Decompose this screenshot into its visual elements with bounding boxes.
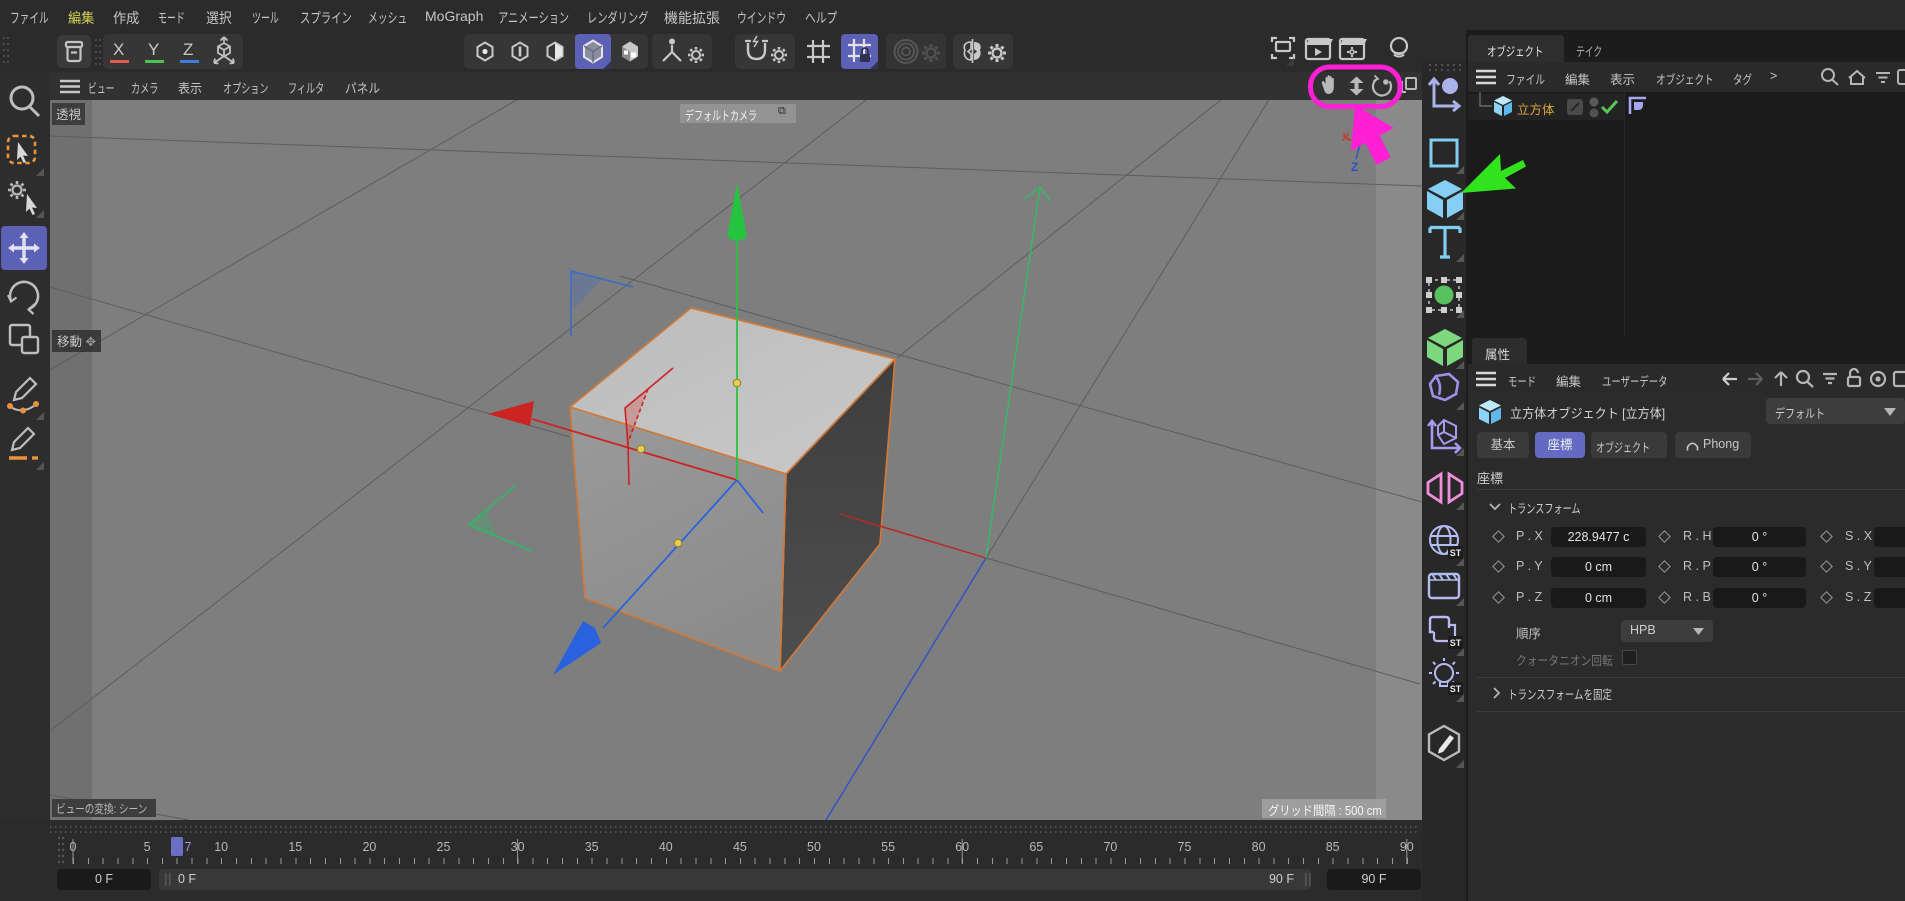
svg-text:X: X	[113, 40, 124, 59]
svg-text:20: 20	[362, 840, 376, 854]
svg-text:75: 75	[1178, 840, 1192, 854]
svg-text:5: 5	[144, 840, 151, 854]
svg-text:45: 45	[733, 840, 747, 854]
svg-text:80: 80	[1252, 840, 1266, 854]
svg-text:65: 65	[1029, 840, 1043, 854]
svg-text:ST: ST	[1450, 548, 1462, 558]
svg-text:85: 85	[1326, 840, 1340, 854]
svg-text:55: 55	[881, 840, 895, 854]
svg-text:7: 7	[185, 840, 192, 854]
svg-text:Z: Z	[1351, 160, 1358, 174]
svg-text:Z: Z	[183, 40, 193, 59]
svg-text:50: 50	[807, 840, 821, 854]
svg-text:ST: ST	[1450, 638, 1462, 648]
svg-text:25: 25	[437, 840, 451, 854]
svg-text:Y: Y	[1368, 111, 1376, 125]
svg-text:ST: ST	[1450, 684, 1462, 694]
svg-text:Y: Y	[148, 40, 159, 59]
svg-text:40: 40	[659, 840, 673, 854]
svg-text:35: 35	[585, 840, 599, 854]
svg-text:10: 10	[214, 840, 228, 854]
svg-text:15: 15	[288, 840, 302, 854]
svg-text:X: X	[1342, 130, 1350, 144]
svg-text:70: 70	[1103, 840, 1117, 854]
